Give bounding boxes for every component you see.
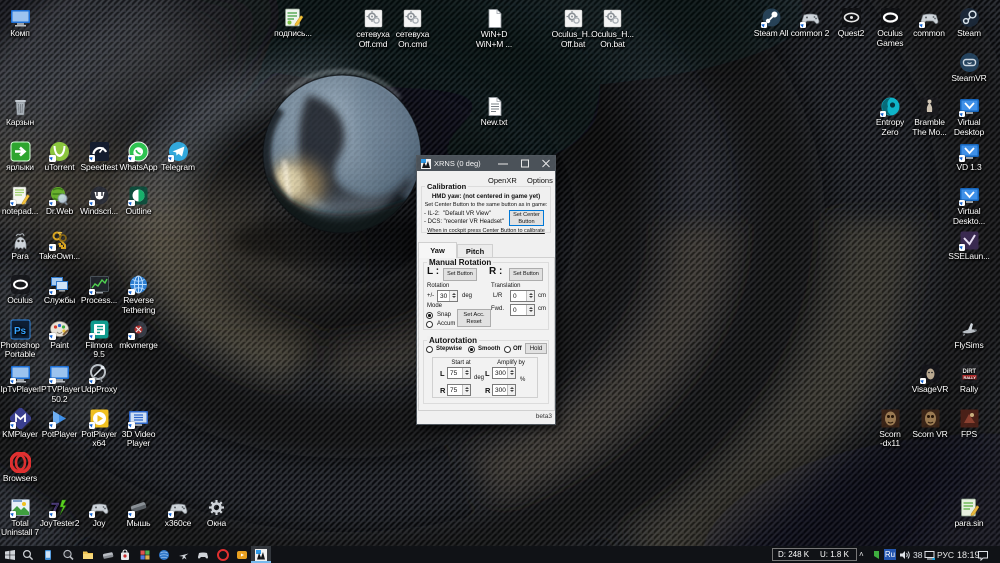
svg-text:RALLY: RALLY — [963, 375, 976, 380]
